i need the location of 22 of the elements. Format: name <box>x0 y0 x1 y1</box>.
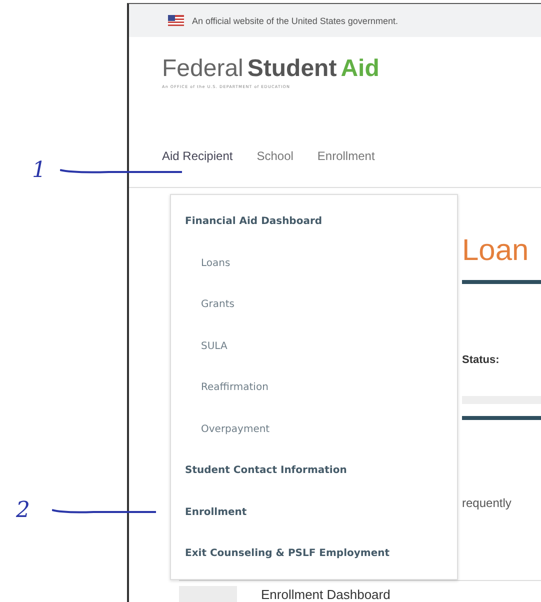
nav-tab[interactable]: Enrollment <box>317 145 375 167</box>
card-title: Enrollment Dashboard <box>261 587 390 602</box>
body-text: requently <box>462 496 512 510</box>
nav-tab[interactable]: School <box>256 145 294 167</box>
menu-item[interactable]: Overpayment <box>171 408 457 450</box>
menu-item[interactable]: Financial Aid Dashboard <box>171 201 457 242</box>
menu-item[interactable]: SULA <box>171 326 457 367</box>
gov-banner-text: An official website of the United States government. <box>192 16 398 26</box>
flag-icon <box>168 15 184 26</box>
menu-item[interactable]: Grants <box>171 284 457 326</box>
logo-wordmark[interactable]: Federal Student Aid <box>162 55 380 83</box>
page-heading: Loan <box>462 234 530 268</box>
menu-item[interactable]: Exit Counseling & PSLF Employment <box>171 533 457 574</box>
status-label: Status: <box>462 354 500 366</box>
handwritten-number: 1 <box>32 158 46 183</box>
menu-item[interactable]: Loans <box>171 242 457 284</box>
handwritten-number: 2 <box>16 498 30 523</box>
menu-item[interactable]: Student Contact Information <box>171 450 457 492</box>
dashboard-card[interactable]: Enrollment Dashboard <box>179 580 541 602</box>
menu-item[interactable]: Reaffirmation <box>171 367 457 408</box>
menu-item[interactable]: Enrollment <box>171 492 457 533</box>
nav-tab[interactable]: Aid Recipient <box>162 145 233 167</box>
